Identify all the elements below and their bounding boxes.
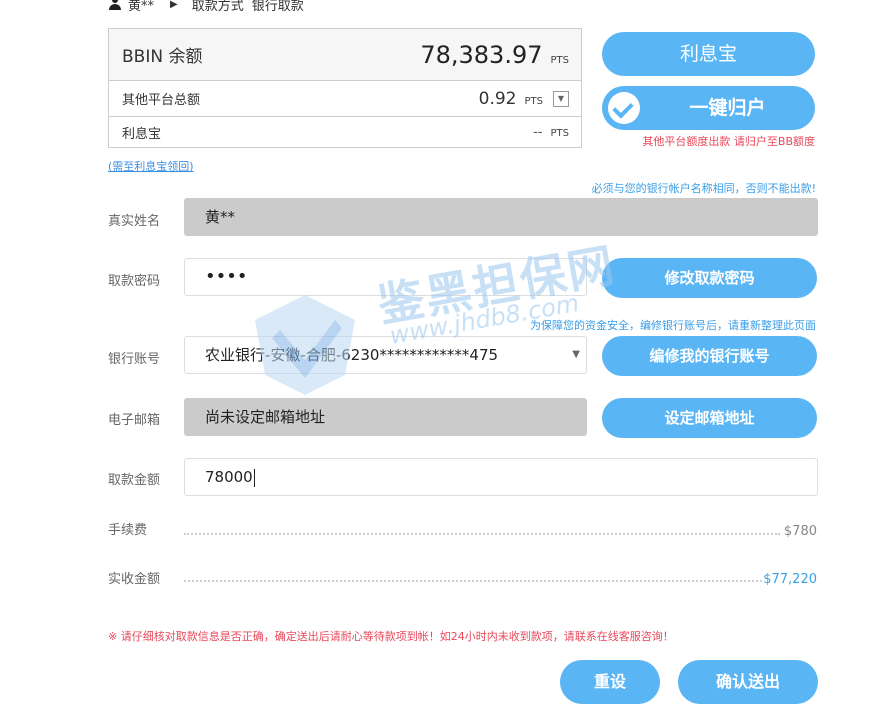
other-platform-label: 其他平台总额 <box>122 93 201 108</box>
fee-leader-dots <box>184 533 780 535</box>
set-email-button[interactable]: 设定邮箱地址 <box>602 398 817 438</box>
bank-account-value: 农业银行-安徽-合肥-6230************475 <box>205 346 499 364</box>
breadcrumb-user: 黄** <box>128 0 155 14</box>
transfer-note: 其他平台额度出款 请归户至BB额度 <box>642 135 815 148</box>
breadcrumb: 黄** ▶ 取款方式 银行取款 <box>108 0 304 14</box>
checkmark-icon <box>608 92 640 124</box>
name-match-note: 必须与您的银行帐户名称相同，否则不能出款! <box>591 182 816 195</box>
other-platform-row: 其他平台总额 0.92 PTS ▼ <box>109 81 581 117</box>
amount-label: 取款金额 <box>108 473 161 488</box>
real-name-field: 黄** <box>184 198 818 236</box>
email-field: 尚未设定邮箱地址 <box>184 398 587 436</box>
other-platform-value: 0.92 <box>478 88 517 109</box>
email-label: 电子邮箱 <box>108 413 161 428</box>
withdraw-warning: ※ 请仔细核对取款信息是否正确，确定送出后请耐心等待款项到帐！如24小时内未收到… <box>108 630 674 643</box>
withdraw-password-input[interactable]: •••• <box>184 258 587 296</box>
lixi-row: 利息宝 -- PTS <box>109 117 581 148</box>
one-click-transfer-button[interactable]: 一键归户 <box>602 86 815 130</box>
fee-value: $780 <box>783 524 817 539</box>
password-label: 取款密码 <box>108 274 161 289</box>
breadcrumb-method[interactable]: 取款方式 <box>192 0 244 14</box>
chevron-down-icon: ▼ <box>572 349 580 360</box>
chevron-right-icon: ▶ <box>170 0 178 10</box>
breadcrumb-bank: 银行取款 <box>251 0 304 14</box>
name-label: 真实姓名 <box>108 214 161 229</box>
bbin-balance-label: BBIN 余额 <box>122 47 203 67</box>
edit-bank-account-button[interactable]: 编修我的银行账号 <box>602 336 817 376</box>
edit-notice: 为保障您的资金安全，编修银行账号后，请重新整理此页面 <box>530 319 816 332</box>
bbin-balance-row: BBIN 余额 78,383.97 PTS <box>109 29 581 81</box>
bank-label: 银行账号 <box>108 352 161 367</box>
reset-button[interactable]: 重设 <box>560 660 660 704</box>
submit-button[interactable]: 确认送出 <box>678 660 818 704</box>
bbin-balance-unit: PTS <box>550 54 570 66</box>
withdraw-amount-input[interactable]: 78000 <box>184 458 818 496</box>
text-cursor <box>253 468 255 487</box>
chevron-down-icon[interactable]: ▼ <box>553 90 569 107</box>
withdraw-amount-value: 78000 <box>205 468 253 486</box>
user-icon <box>108 0 122 11</box>
one-click-transfer-label: 一键归户 <box>689 97 766 119</box>
actual-amount-label: 实收金额 <box>108 572 161 587</box>
collect-from-lixi-link[interactable]: (需至利息宝领回) <box>108 158 194 174</box>
bbin-balance-value: 78,383.97 <box>420 40 543 69</box>
actual-amount-value: $77,220 <box>763 572 817 587</box>
fee-label: 手续费 <box>108 523 148 538</box>
bank-account-select[interactable]: 农业银行-安徽-合肥-6230************475 ▼ <box>184 336 587 374</box>
other-platform-unit: PTS <box>524 95 544 107</box>
change-password-button[interactable]: 修改取款密码 <box>602 258 817 298</box>
lixi-button[interactable]: 利息宝 <box>602 32 815 76</box>
actual-leader-dots <box>184 580 762 582</box>
lixi-label: 利息宝 <box>122 127 162 142</box>
lixi-value: -- <box>533 125 543 140</box>
balance-panel: BBIN 余额 78,383.97 PTS 其他平台总额 0.92 PTS ▼ … <box>108 28 582 148</box>
